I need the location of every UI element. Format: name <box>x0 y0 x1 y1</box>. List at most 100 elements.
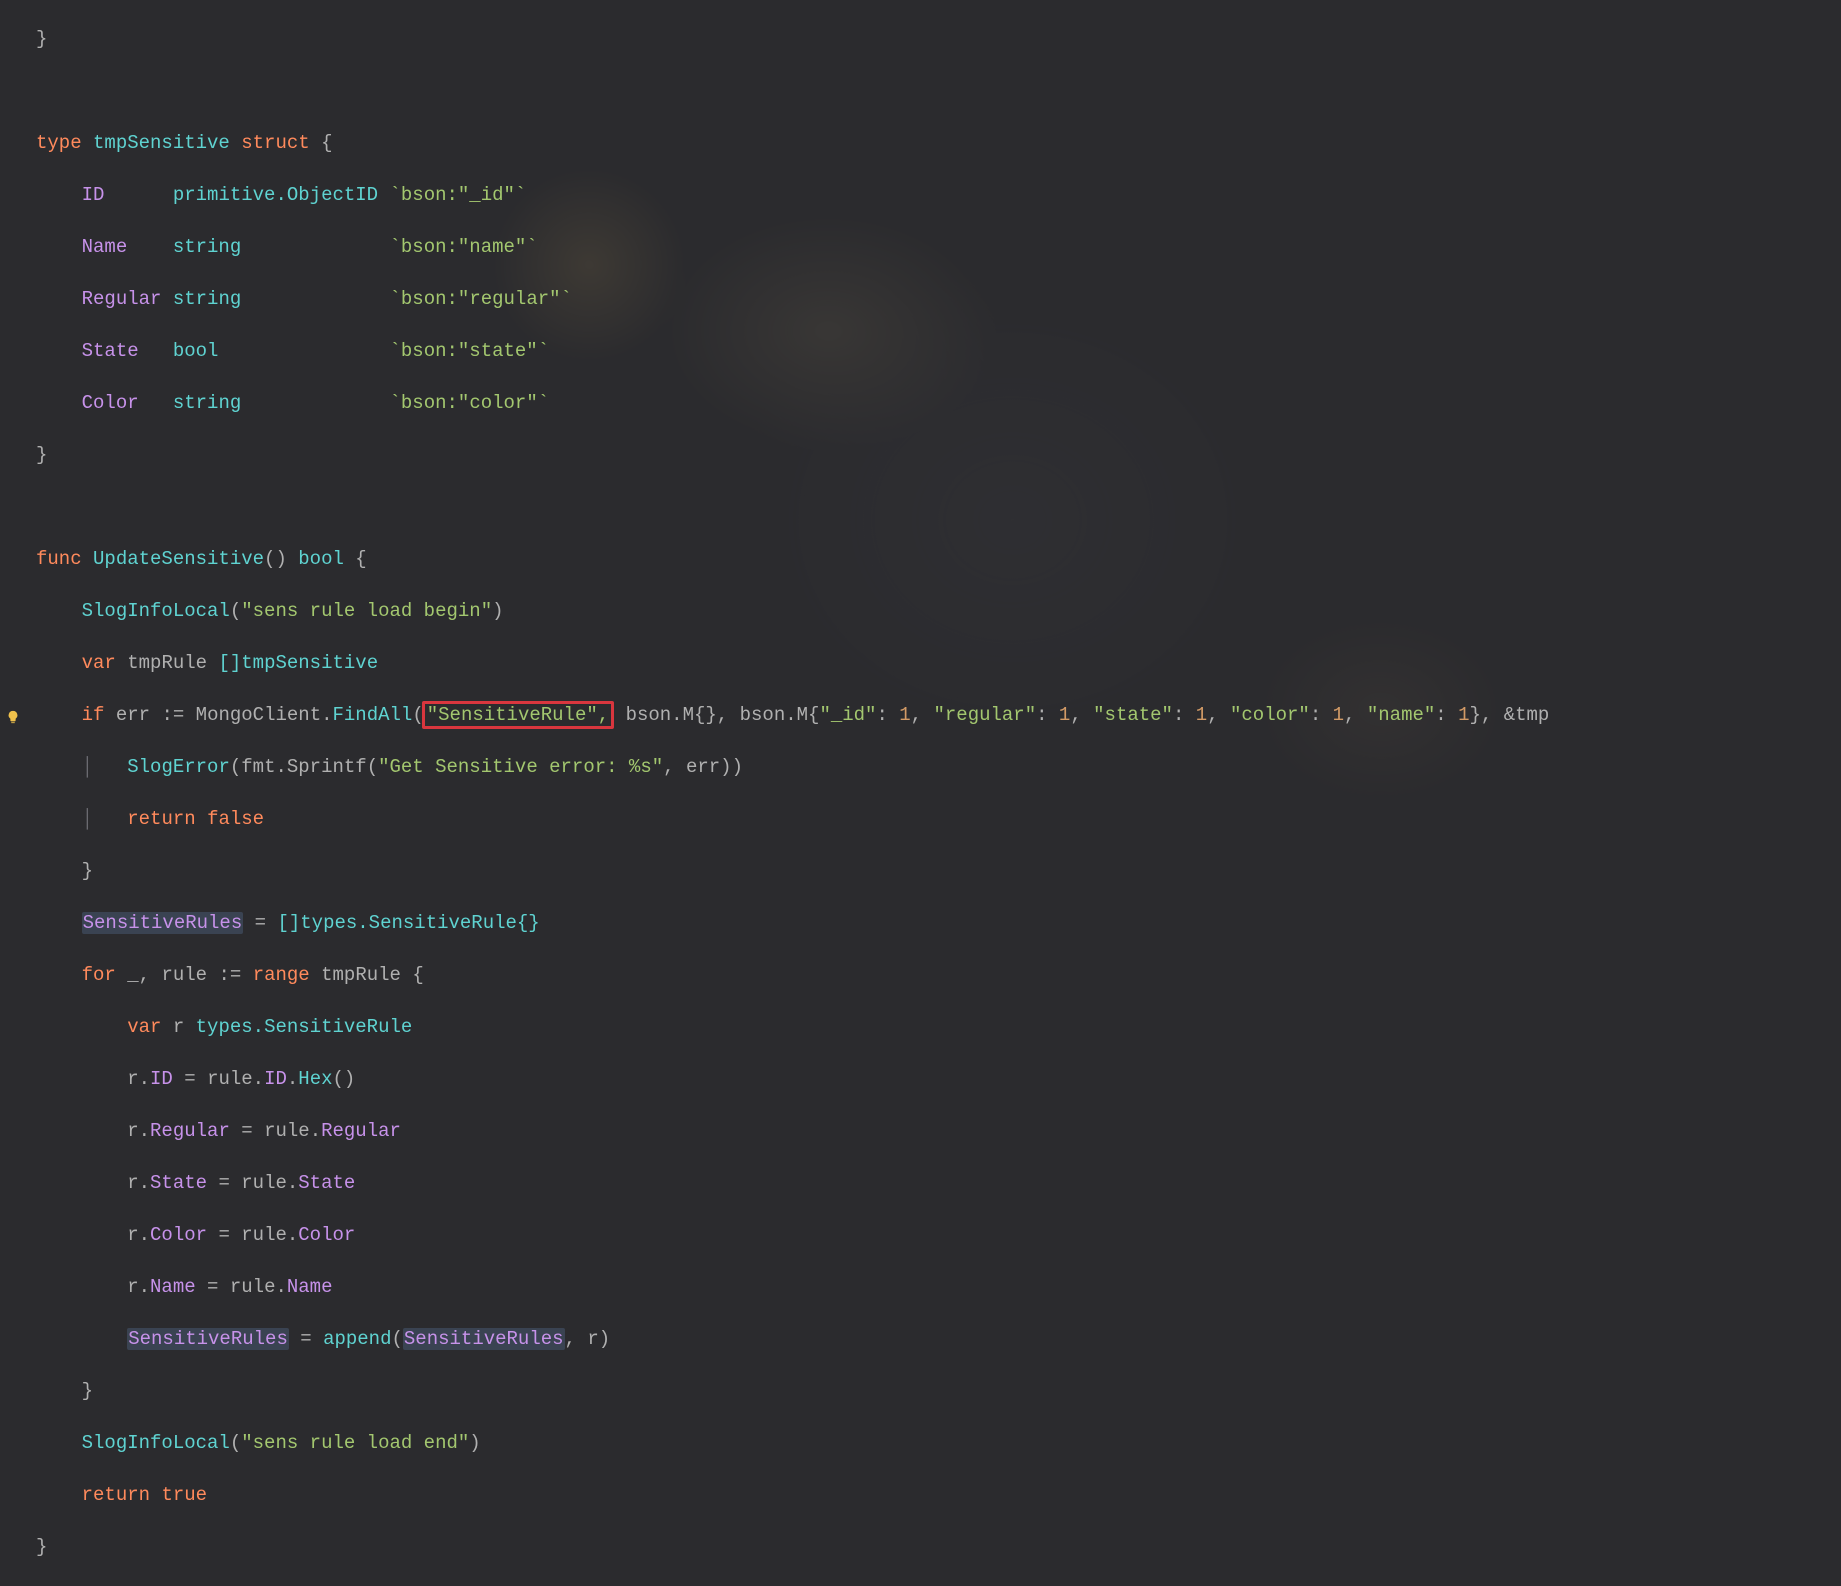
code-line[interactable]: } <box>36 442 1841 468</box>
field-color: Color <box>82 392 139 414</box>
keyword-if: if <box>82 704 105 726</box>
code-line[interactable]: } <box>36 1378 1841 1404</box>
keyword-type: type <box>36 132 82 154</box>
code-line[interactable]: │ return false <box>36 806 1841 832</box>
keyword-func: func <box>36 548 82 570</box>
code-line[interactable]: State bool `bson:"state"` <box>36 338 1841 364</box>
proj-regular: "regular" <box>933 704 1036 726</box>
code-line[interactable]: SlogInfoLocal("sens rule load begin") <box>36 598 1841 624</box>
struct-tag: `bson:"_id"` <box>389 184 526 206</box>
highlight-sensitiverules: SensitiveRules <box>82 912 244 934</box>
code-line[interactable]: r.State = rule.State <box>36 1170 1841 1196</box>
field-id: ID <box>82 184 105 206</box>
string-literal: "sens rule load end" <box>241 1432 469 1454</box>
field-name: Name <box>82 236 128 258</box>
code-line[interactable]: return true <box>36 1482 1841 1508</box>
return-type: bool <box>298 548 344 570</box>
call-sloginfo: SlogInfoLocal <box>82 600 230 622</box>
assign-eq: = <box>255 912 266 934</box>
code-line[interactable]: r.Color = rule.Color <box>36 1222 1841 1248</box>
struct-tag: `bson:"color"` <box>390 392 550 414</box>
field-type: bool <box>173 340 219 362</box>
field-type: string <box>173 392 241 414</box>
highlight-sensitiverules: SensitiveRules <box>403 1328 565 1350</box>
proj-id: "_id" <box>819 704 876 726</box>
fmt-sprintf: fmt.Sprintf <box>241 756 366 778</box>
field-type: string <box>173 288 241 310</box>
code-line[interactable]: var tmpRule []tmpSensitive <box>36 650 1841 676</box>
func-name: UpdateSensitive <box>93 548 264 570</box>
r-type: types.SensitiveRule <box>196 1016 413 1038</box>
code-line[interactable]: func UpdateSensitive() bool { <box>36 546 1841 572</box>
string-literal: "Get Sensitive error: %s" <box>378 756 663 778</box>
code-line[interactable]: Regular string `bson:"regular"` <box>36 286 1841 312</box>
keyword-true: true <box>161 1484 207 1506</box>
code-line[interactable]: r.ID = rule.ID.Hex() <box>36 1066 1841 1092</box>
brace-close: } <box>36 28 47 50</box>
call-append: append <box>323 1328 391 1350</box>
struct-tag: `bson:"name"` <box>389 236 537 258</box>
var-rule: rule <box>161 964 207 986</box>
struct-tag: `bson:"regular"` <box>390 288 572 310</box>
code-line[interactable]: for _, rule := range tmpRule { <box>36 962 1841 988</box>
call-findall: FindAll <box>333 704 413 726</box>
bson-m: bson.M{} <box>626 704 717 726</box>
keyword-range: range <box>253 964 310 986</box>
code-line[interactable]: type tmpSensitive struct { <box>36 130 1841 156</box>
code-line[interactable]: } <box>36 1534 1841 1560</box>
code-line[interactable] <box>36 494 1841 520</box>
code-line[interactable]: ID primitive.ObjectID `bson:"_id"` <box>36 182 1841 208</box>
var-type: []tmpSensitive <box>218 652 378 674</box>
code-line[interactable]: SlogInfoLocal("sens rule load end") <box>36 1430 1841 1456</box>
lightbulb-icon[interactable] <box>6 706 20 720</box>
field-regular: Regular <box>82 288 162 310</box>
proj-state: "state" <box>1093 704 1173 726</box>
var-err: err <box>686 756 720 778</box>
types-sensrule: []types.SensitiveRule{} <box>277 912 539 934</box>
code-line[interactable]: } <box>36 858 1841 884</box>
proj-color: "color" <box>1230 704 1310 726</box>
code-line[interactable]: SensitiveRules = append(SensitiveRules, … <box>36 1326 1841 1352</box>
var-r: r <box>173 1016 184 1038</box>
code-line[interactable]: var r types.SensitiveRule <box>36 1014 1841 1040</box>
code-line[interactable]: r.Regular = rule.Regular <box>36 1118 1841 1144</box>
code-line[interactable]: } <box>36 26 1841 52</box>
struct-tag: `bson:"state"` <box>389 340 549 362</box>
var-tmprule: tmpRule <box>127 652 207 674</box>
keyword-for: for <box>82 964 116 986</box>
assign-op: := <box>161 704 184 726</box>
code-line[interactable]: Name string `bson:"name"` <box>36 234 1841 260</box>
field-type: primitive.ObjectID <box>173 184 378 206</box>
code-line[interactable]: Color string `bson:"color"` <box>36 390 1841 416</box>
keyword-return: return <box>127 808 195 830</box>
code-line[interactable]: │ SlogError(fmt.Sprintf("Get Sensitive e… <box>36 754 1841 780</box>
call-hex: Hex <box>298 1068 332 1090</box>
brace-close: } <box>36 444 47 466</box>
proj-name: "name" <box>1367 704 1435 726</box>
keyword-var: var <box>82 652 116 674</box>
brace-close: } <box>1470 704 1481 726</box>
keyword-false: false <box>207 808 264 830</box>
keyword-return: return <box>82 1484 150 1506</box>
code-line[interactable]: if err := MongoClient.FindAll("Sensitive… <box>36 702 1841 728</box>
highlight-sensitiverules: SensitiveRules <box>127 1328 289 1350</box>
string-literal: "sens rule load begin" <box>241 600 492 622</box>
code-editor[interactable]: } type tmpSensitive struct { ID primitiv… <box>0 0 1841 1586</box>
call-sloginfo: SlogInfoLocal <box>82 1432 230 1454</box>
code-line[interactable]: r.Name = rule.Name <box>36 1274 1841 1300</box>
call-slogerror: SlogError <box>127 756 230 778</box>
field-type: string <box>173 236 241 258</box>
keyword-struct: struct <box>241 132 309 154</box>
highlighted-arg-box: "SensitiveRule", <box>422 701 614 729</box>
field-state: State <box>82 340 139 362</box>
code-line[interactable]: SensitiveRules = []types.SensitiveRule{} <box>36 910 1841 936</box>
type-name: tmpSensitive <box>93 132 230 154</box>
tail-amp: , &tmp <box>1481 704 1549 726</box>
code-line[interactable] <box>36 78 1841 104</box>
var-err: err <box>116 704 150 726</box>
underscore: _ <box>127 964 138 986</box>
brace-open: { <box>321 132 332 154</box>
string-literal: "SensitiveRule", <box>427 704 609 726</box>
mongo-client: MongoClient <box>196 704 321 726</box>
bson-m-open: bson.M{ <box>740 704 820 726</box>
